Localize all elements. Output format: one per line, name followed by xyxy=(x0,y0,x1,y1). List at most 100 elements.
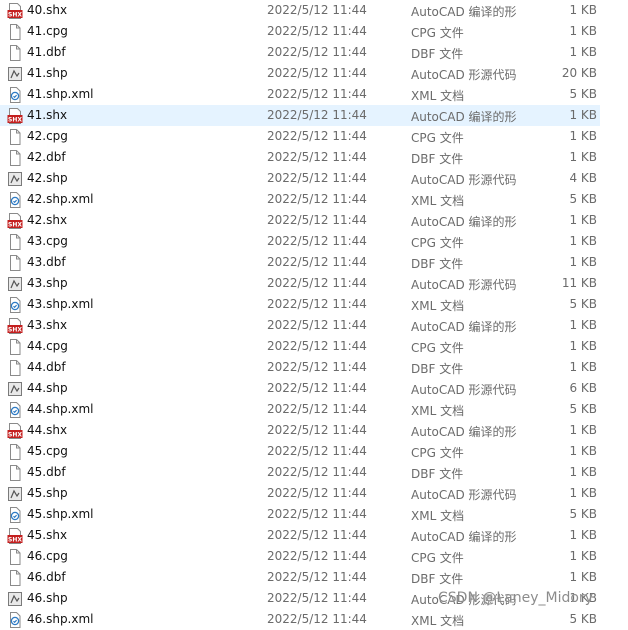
file-name: 46.cpg xyxy=(27,549,68,563)
file-row[interactable]: 45.cpg 2022/5/12 11:44 CPG 文件 1 KB xyxy=(0,441,600,462)
file-row[interactable]: 42.cpg 2022/5/12 11:44 CPG 文件 1 KB xyxy=(0,126,600,147)
file-row[interactable]: 45.shp 2022/5/12 11:44 AutoCAD 形源代码 1 KB xyxy=(0,483,600,504)
file-icon xyxy=(7,234,23,250)
file-row[interactable]: 43.shp 2022/5/12 11:44 AutoCAD 形源代码 11 KB xyxy=(0,273,600,294)
file-name: 41.shp.xml xyxy=(27,87,94,101)
file-row[interactable]: 43.cpg 2022/5/12 11:44 CPG 文件 1 KB xyxy=(0,231,600,252)
file-name: 44.shp xyxy=(27,381,68,395)
file-icon xyxy=(7,360,23,376)
file-size: 5 KB xyxy=(569,507,597,521)
date-modified: 2022/5/12 11:44 xyxy=(267,87,367,101)
file-type: XML 文档 xyxy=(411,299,465,313)
file-icon xyxy=(7,45,23,61)
file-type: AutoCAD 编译的形 xyxy=(411,110,517,124)
xml-icon xyxy=(7,87,23,103)
date-modified: 2022/5/12 11:44 xyxy=(267,3,367,17)
file-name: 43.dbf xyxy=(27,255,66,269)
file-row[interactable]: 45.shp.xml 2022/5/12 11:44 XML 文档 5 KB xyxy=(0,504,600,525)
xml-icon xyxy=(7,192,23,208)
file-icon xyxy=(7,465,23,481)
file-name: 43.shx xyxy=(27,318,68,332)
file-name: 45.dbf xyxy=(27,465,66,479)
file-name: 45.shp xyxy=(27,486,68,500)
file-row[interactable]: SHX 45.shx 2022/5/12 11:44 AutoCAD 编译的形 1 KB xyxy=(0,525,600,546)
file-name: 40.shx xyxy=(27,3,68,17)
date-modified: 2022/5/12 11:44 xyxy=(267,528,367,542)
file-row[interactable]: 41.shp 2022/5/12 11:44 AutoCAD 形源代码 20 KB xyxy=(0,63,600,84)
file-row[interactable]: 41.shp.xml 2022/5/12 11:44 XML 文档 5 KB xyxy=(0,84,600,105)
shx-icon: SHX xyxy=(7,213,23,229)
file-name: 44.cpg xyxy=(27,339,68,353)
file-row[interactable]: 42.shp 2022/5/12 11:44 AutoCAD 形源代码 4 KB xyxy=(0,168,600,189)
file-size: 1 KB xyxy=(569,129,597,143)
file-size: 1 KB xyxy=(569,486,597,500)
file-name: 45.shx xyxy=(27,528,68,542)
file-row[interactable]: 46.dbf 2022/5/12 11:44 DBF 文件 1 KB xyxy=(0,567,600,588)
file-size: 1 KB xyxy=(569,339,597,353)
date-modified: 2022/5/12 11:44 xyxy=(267,129,367,143)
file-type: XML 文档 xyxy=(411,614,465,628)
file-row[interactable]: 44.cpg 2022/5/12 11:44 CPG 文件 1 KB xyxy=(0,336,600,357)
file-name: 43.cpg xyxy=(27,234,68,248)
file-row[interactable]: SHX 40.shx 2022/5/12 11:44 AutoCAD 编译的形 1 KB xyxy=(0,0,600,21)
file-row[interactable]: SHX 42.shx 2022/5/12 11:44 AutoCAD 编译的形 1 KB xyxy=(0,210,600,231)
date-modified: 2022/5/12 11:44 xyxy=(267,171,367,185)
file-row[interactable]: 46.cpg 2022/5/12 11:44 CPG 文件 1 KB xyxy=(0,546,600,567)
file-name: 46.shp.xml xyxy=(27,612,94,626)
file-name: 41.cpg xyxy=(27,24,68,38)
file-name: 41.shx xyxy=(27,108,68,122)
file-icon xyxy=(7,255,23,271)
file-type: DBF 文件 xyxy=(411,572,464,586)
file-row[interactable]: 42.shp.xml 2022/5/12 11:44 XML 文档 5 KB xyxy=(0,189,600,210)
file-row[interactable]: 44.dbf 2022/5/12 11:44 DBF 文件 1 KB xyxy=(0,357,600,378)
file-name: 42.cpg xyxy=(27,129,68,143)
file-name: 42.shx xyxy=(27,213,68,227)
date-modified: 2022/5/12 11:44 xyxy=(267,591,367,605)
file-row[interactable]: 41.dbf 2022/5/12 11:44 DBF 文件 1 KB xyxy=(0,42,600,63)
date-modified: 2022/5/12 11:44 xyxy=(267,612,367,626)
file-row[interactable]: 44.shp.xml 2022/5/12 11:44 XML 文档 5 KB xyxy=(0,399,600,420)
file-type: DBF 文件 xyxy=(411,467,464,481)
file-row[interactable]: 42.dbf 2022/5/12 11:44 DBF 文件 1 KB xyxy=(0,147,600,168)
shp-icon xyxy=(7,171,23,187)
date-modified: 2022/5/12 11:44 xyxy=(267,234,367,248)
file-size: 1 KB xyxy=(569,24,597,38)
file-size: 1 KB xyxy=(569,591,597,605)
file-type: XML 文档 xyxy=(411,89,465,103)
file-row[interactable]: SHX 44.shx 2022/5/12 11:44 AutoCAD 编译的形 1 KB xyxy=(0,420,600,441)
svg-text:SHX: SHX xyxy=(8,432,22,439)
file-size: 1 KB xyxy=(569,318,597,332)
file-row[interactable]: 46.shp 2022/5/12 11:44 AutoCAD 形源代码 1 KB xyxy=(0,588,600,609)
file-row[interactable]: 44.shp 2022/5/12 11:44 AutoCAD 形源代码 6 KB xyxy=(0,378,600,399)
file-type: AutoCAD 形源代码 xyxy=(411,488,517,502)
file-type: AutoCAD 编译的形 xyxy=(411,5,517,19)
date-modified: 2022/5/12 11:44 xyxy=(267,297,367,311)
date-modified: 2022/5/12 11:44 xyxy=(267,381,367,395)
file-row[interactable]: 41.cpg 2022/5/12 11:44 CPG 文件 1 KB xyxy=(0,21,600,42)
date-modified: 2022/5/12 11:44 xyxy=(267,66,367,80)
file-size: 1 KB xyxy=(569,213,597,227)
file-row[interactable]: 46.shp.xml 2022/5/12 11:44 XML 文档 5 KB xyxy=(0,609,600,630)
shp-icon xyxy=(7,486,23,502)
file-type: DBF 文件 xyxy=(411,362,464,376)
file-size: 1 KB xyxy=(569,360,597,374)
file-type: AutoCAD 形源代码 xyxy=(411,173,517,187)
file-row[interactable]: SHX 41.shx 2022/5/12 11:44 AutoCAD 编译的形 1 KB xyxy=(0,105,600,126)
file-name: 45.shp.xml xyxy=(27,507,94,521)
file-row[interactable]: 45.dbf 2022/5/12 11:44 DBF 文件 1 KB xyxy=(0,462,600,483)
file-list: SHX 40.shx 2022/5/12 11:44 AutoCAD 编译的形 1 KB… xyxy=(0,0,628,628)
date-modified: 2022/5/12 11:44 xyxy=(267,150,367,164)
svg-text:SHX: SHX xyxy=(8,327,22,334)
file-size: 6 KB xyxy=(569,381,597,395)
file-size: 1 KB xyxy=(569,255,597,269)
file-type: CPG 文件 xyxy=(411,446,464,460)
date-modified: 2022/5/12 11:44 xyxy=(267,108,367,122)
file-row[interactable]: 43.shp.xml 2022/5/12 11:44 XML 文档 5 KB xyxy=(0,294,600,315)
svg-text:SHX: SHX xyxy=(8,222,22,229)
file-type: AutoCAD 形源代码 xyxy=(411,68,517,82)
shx-icon: SHX xyxy=(7,3,23,19)
date-modified: 2022/5/12 11:44 xyxy=(267,360,367,374)
file-row[interactable]: SHX 43.shx 2022/5/12 11:44 AutoCAD 编译的形 1 KB xyxy=(0,315,600,336)
date-modified: 2022/5/12 11:44 xyxy=(267,423,367,437)
file-row[interactable]: 43.dbf 2022/5/12 11:44 DBF 文件 1 KB xyxy=(0,252,600,273)
